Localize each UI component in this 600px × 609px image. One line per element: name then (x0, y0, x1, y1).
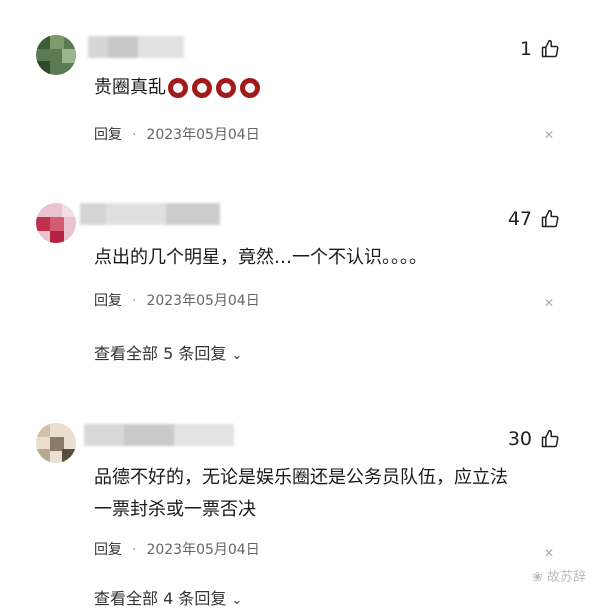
comment-text: 品德不好的，无论是娱乐圈还是公务员队伍，应立法 一票封杀或一票否决 (94, 467, 508, 520)
ring-icon (192, 78, 212, 98)
username-blurred[interactable] (84, 424, 234, 446)
like-count: 30 (507, 428, 532, 450)
watermark: ❀ 故苏辞 (531, 570, 586, 585)
thumbs-up-icon (541, 209, 559, 228)
comment-text: 贵圈真乱 (94, 72, 260, 104)
avatar[interactable] (36, 203, 76, 243)
close-icon[interactable]: ✕ (544, 546, 554, 560)
ring-icon (216, 78, 236, 98)
chevron-down-icon: ⌄ (231, 593, 243, 608)
ring-icon (240, 78, 260, 98)
like-count: 47 (507, 208, 532, 230)
reply-button[interactable]: 回复 (94, 293, 122, 309)
username-blurred[interactable] (80, 203, 220, 225)
avatar[interactable] (36, 423, 76, 463)
like-button[interactable]: 1 (520, 38, 560, 60)
chevron-down-icon: ⌄ (231, 348, 243, 363)
comment-date: 2023年05月04日 (146, 542, 260, 558)
comment-date: 2023年05月04日 (146, 127, 260, 143)
emoji-group (168, 78, 260, 98)
like-count: 1 (519, 38, 532, 60)
close-icon[interactable]: ✕ (544, 128, 554, 142)
close-icon[interactable]: ✕ (544, 296, 554, 310)
avatar[interactable] (36, 35, 76, 75)
comment-meta: 回复 · 2023年05月04日 (94, 293, 260, 309)
see-all-replies-button[interactable]: 查看全部 5 条回复 ⌄ (94, 340, 242, 364)
see-all-replies-button[interactable]: 查看全部 4 条回复 ⌄ (94, 585, 242, 609)
like-button[interactable]: 47 (508, 208, 560, 230)
reply-button[interactable]: 回复 (94, 127, 122, 143)
reply-button[interactable]: 回复 (94, 542, 122, 558)
logo-icon: ❀ (531, 570, 543, 585)
comment-meta: 回复 · 2023年05月04日 (94, 127, 260, 143)
thumbs-up-icon (541, 39, 559, 58)
comment-date: 2023年05月04日 (146, 293, 260, 309)
like-button[interactable]: 30 (508, 428, 560, 450)
thumbs-up-icon (541, 429, 559, 448)
ring-icon (168, 78, 188, 98)
username-blurred[interactable] (88, 36, 184, 58)
comment-meta: 回复 · 2023年05月04日 (94, 542, 260, 558)
comment-text: 点出的几个明星，竟然…一个不认识。。。。 (94, 247, 427, 268)
